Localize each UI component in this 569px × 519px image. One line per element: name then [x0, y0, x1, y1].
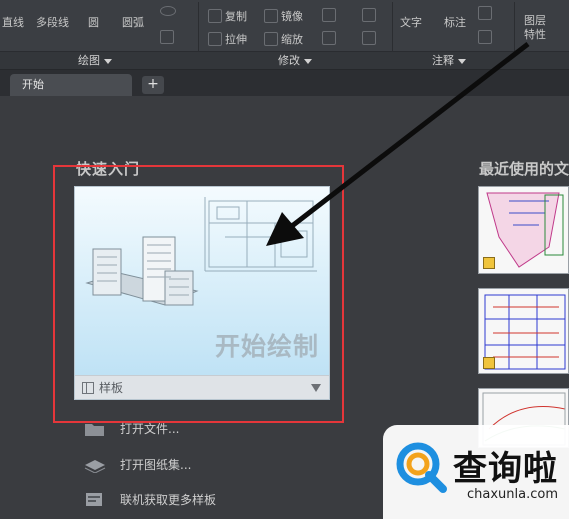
watermark: 查询啦 chaxunla.com: [383, 425, 569, 519]
watermark-logo: [396, 442, 447, 493]
watermark-text-cn: 查询啦: [453, 449, 558, 489]
watermark-text-en: chaxunla.com: [467, 487, 558, 502]
